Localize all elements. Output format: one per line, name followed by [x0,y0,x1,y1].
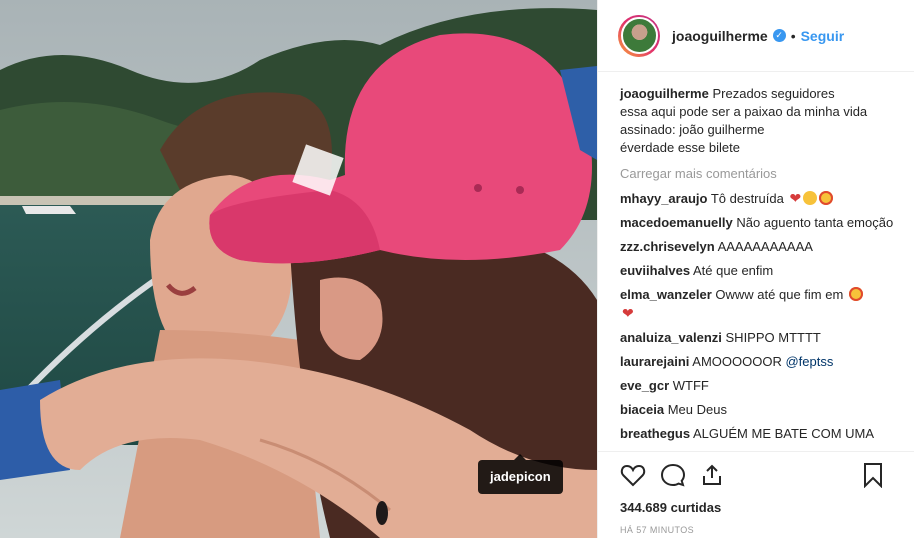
comment-text: AMOOOOOOR [692,354,782,369]
likes-count[interactable]: 344.689 curtidas [620,500,898,515]
comment-text: ALGUÉM ME BATE COM UMA [692,426,875,441]
verified-badge-icon: ✓ [772,29,786,42]
comment-username[interactable]: elma_wanzeler [620,287,712,302]
comments-list[interactable]: joaoguilherme Prezados seguidores essa a… [598,73,914,451]
comment-text: Não aguento tanta emoção [736,215,894,230]
comment-username[interactable]: eve_gcr [620,378,669,393]
heart-eyes-emoji-icon [819,191,834,205]
comment-text: Meu Deus [667,402,727,417]
header-separator: • [790,27,796,44]
comment-text: Owww até que fim em [715,287,844,302]
comment-item: mhayy_araujo Tô destruída ❤ [620,189,900,208]
comment-item: macedoemanuelly Não aguento tanta emoção [620,214,900,232]
load-more-comments-button[interactable]: Carregar mais comentários [620,165,900,183]
comment-item: euviihalves Até que enfim [620,262,900,280]
bookmark-icon[interactable] [862,462,884,488]
caption-line: essa aqui pode ser a paixao da minha vid… [620,104,868,119]
comment-text: Até que enfim [693,263,774,278]
comment-text: Tô destruída [710,191,784,206]
comment-username[interactable]: mhayy_araujo [620,191,707,206]
share-icon[interactable] [700,463,724,487]
post-actions: 344.689 curtidas HÁ 57 MINUTOS [598,451,914,538]
caption-username[interactable]: joaoguilherme [620,86,709,101]
comment-username[interactable]: macedoemanuelly [620,215,733,230]
comment-username[interactable]: biaceia [620,402,664,417]
caption-line: assinado: joão guilherme [620,122,765,137]
comment-item: biaceia Meu Deus [620,401,900,419]
comment-item: breathegus ALGUÉM ME BATE COM UMA [620,425,900,443]
comment-item: analuiza_valenzi SHIPPO MTTTT [620,329,900,347]
comment-mention-link[interactable]: @feptss [785,354,833,369]
heart-emoji-icon: ❤ [622,305,634,321]
comment-text: SHIPPO MTTTT [725,330,821,345]
follow-button[interactable]: Seguir [801,28,845,44]
laughing-emoji-icon [803,191,818,205]
caption-line: éverdade esse bilete [620,140,740,155]
comment-username[interactable]: laurarejaini [620,354,689,369]
heart-emoji-icon: ❤ [789,190,802,206]
heart-icon[interactable] [620,463,646,487]
comment-text: AAAAAAAAAAA [717,239,813,254]
avatar-image [620,17,658,54]
comment-item: zzz.chrisevelyn AAAAAAAAAAA [620,238,900,256]
post-header: joaoguilherme ✓ • Seguir [598,0,914,72]
comment-username[interactable]: euviihalves [620,263,690,278]
header-username[interactable]: joaoguilherme [672,28,768,44]
action-icons-row [620,460,898,490]
caption-line: Prezados seguidores [712,86,835,101]
comment-item: laurarejaini AMOOOOOOR @feptss [620,353,900,371]
comment-item: eve_gcr WTFF [620,377,900,395]
post-timestamp[interactable]: HÁ 57 MINUTOS [620,525,898,535]
comment-item: elma_wanzeler Owww até que fim em ❤ [620,286,900,323]
comment-username[interactable]: breathegus [620,426,690,441]
post-photo[interactable]: jadepicon [0,0,597,538]
post-sidebar: joaoguilherme ✓ • Seguir joaoguilherme P… [597,0,914,538]
heart-eyes-emoji-icon [848,287,863,301]
photo-illustration [0,0,597,538]
post-caption: joaoguilherme Prezados seguidores essa a… [620,85,900,157]
comment-username[interactable]: analuiza_valenzi [620,330,722,345]
comment-text: WTFF [672,378,709,393]
user-tag[interactable]: jadepicon [478,454,563,494]
comment-username[interactable]: zzz.chrisevelyn [620,239,715,254]
avatar[interactable] [618,14,660,57]
user-tag-label[interactable]: jadepicon [490,469,551,484]
comment-bubble-icon[interactable] [660,463,686,487]
